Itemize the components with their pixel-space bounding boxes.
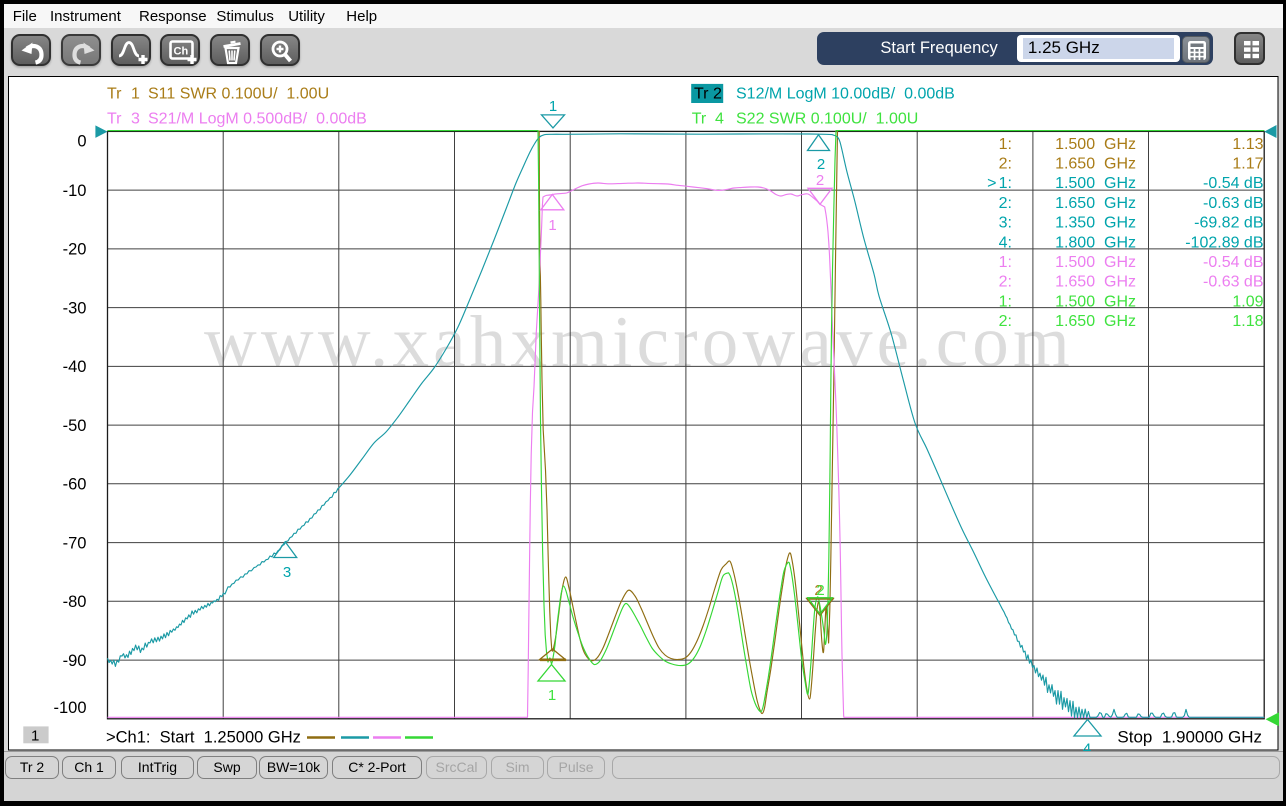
svg-text:-0.54 dB: -0.54 dB — [1203, 175, 1263, 192]
svg-text:-0.63 dB: -0.63 dB — [1203, 195, 1263, 212]
svg-text:4:: 4: — [999, 234, 1012, 251]
svg-text:1.500 GHz: 1.500 GHz — [1055, 254, 1136, 271]
svg-text:>Ch1: Start 1.25000 GHz: >Ch1: Start 1.25000 GHz — [106, 729, 301, 747]
svg-text:Tr: Tr — [692, 111, 707, 128]
svg-text:-90: -90 — [63, 652, 87, 670]
svg-text:2: 2 — [816, 172, 824, 189]
svg-text:4: 4 — [715, 111, 724, 128]
svg-text:>: > — [987, 175, 996, 192]
svg-text:1.650 GHz: 1.650 GHz — [1055, 195, 1136, 212]
svg-text:2:: 2: — [999, 195, 1012, 212]
svg-text:1.800 GHz: 1.800 GHz — [1055, 234, 1136, 251]
svg-text:-50: -50 — [63, 417, 87, 435]
svg-text:1: 1 — [549, 98, 557, 115]
svg-text:1.500 GHz: 1.500 GHz — [1055, 136, 1136, 153]
svg-text:1.17: 1.17 — [1232, 156, 1263, 173]
svg-text:1.18: 1.18 — [1232, 313, 1263, 330]
svg-text:1.13: 1.13 — [1232, 136, 1263, 153]
svg-text:1: 1 — [548, 217, 556, 234]
svg-text:S21/M LogM 0.500dB/ 0.00dB: S21/M LogM 0.500dB/ 0.00dB — [148, 111, 367, 128]
svg-text:1.650 GHz: 1.650 GHz — [1055, 274, 1136, 291]
svg-text:3:: 3: — [999, 215, 1012, 232]
svg-text:3: 3 — [283, 564, 291, 581]
svg-text:-60: -60 — [63, 476, 87, 494]
svg-text:2:: 2: — [999, 274, 1012, 291]
svg-text:S12/M LogM 10.00dB/ 0.00dB: S12/M LogM 10.00dB/ 0.00dB — [736, 86, 955, 103]
svg-text:Stop 1.90000 GHz: Stop 1.90000 GHz — [1117, 728, 1262, 747]
svg-text:-70: -70 — [63, 534, 87, 552]
svg-text:2:: 2: — [999, 156, 1012, 173]
svg-text:-0.54 dB: -0.54 dB — [1203, 254, 1263, 271]
svg-text:-20: -20 — [63, 241, 87, 259]
svg-text:3: 3 — [131, 111, 140, 128]
svg-text:-100: -100 — [53, 699, 86, 717]
svg-text:1: 1 — [548, 687, 556, 704]
svg-text:www.xahxmicrowave.com: www.xahxmicrowave.com — [204, 301, 1074, 382]
svg-text:1: 1 — [131, 86, 140, 103]
svg-text:-0.63 dB: -0.63 dB — [1203, 274, 1263, 291]
svg-text:Tr: Tr — [107, 111, 122, 128]
svg-text:-80: -80 — [63, 593, 87, 611]
svg-text:2: 2 — [817, 156, 825, 173]
svg-text:Tr: Tr — [107, 86, 122, 103]
svg-text:2:: 2: — [999, 313, 1012, 330]
svg-text:-69.82 dB: -69.82 dB — [1194, 215, 1263, 232]
svg-text:-102.89 dB: -102.89 dB — [1185, 234, 1263, 251]
svg-text:1:: 1: — [999, 254, 1012, 271]
svg-text:-10: -10 — [63, 182, 87, 200]
svg-text:Tr 2: Tr 2 — [694, 86, 722, 103]
svg-text:S11 SWR 0.100U/ 1.00U: S11 SWR 0.100U/ 1.00U — [148, 86, 329, 103]
svg-text:1.650 GHz: 1.650 GHz — [1055, 156, 1136, 173]
svg-text:0: 0 — [77, 133, 86, 151]
svg-text:-40: -40 — [63, 358, 87, 376]
svg-text:-30: -30 — [63, 299, 87, 317]
svg-text:S22 SWR 0.100U/ 1.00U: S22 SWR 0.100U/ 1.00U — [736, 111, 918, 128]
svg-text:1.09: 1.09 — [1232, 293, 1263, 310]
svg-text:1.500 GHz: 1.500 GHz — [1055, 293, 1136, 310]
svg-text:1.650 GHz: 1.650 GHz — [1055, 313, 1136, 330]
svg-text:1:: 1: — [999, 293, 1012, 310]
svg-text:1:: 1: — [999, 175, 1012, 192]
svg-text:1.350 GHz: 1.350 GHz — [1055, 215, 1136, 232]
svg-text:2: 2 — [816, 582, 824, 599]
svg-text:1.500 GHz: 1.500 GHz — [1055, 175, 1136, 192]
svg-text:1:: 1: — [999, 136, 1012, 153]
svg-text:1: 1 — [31, 727, 39, 744]
